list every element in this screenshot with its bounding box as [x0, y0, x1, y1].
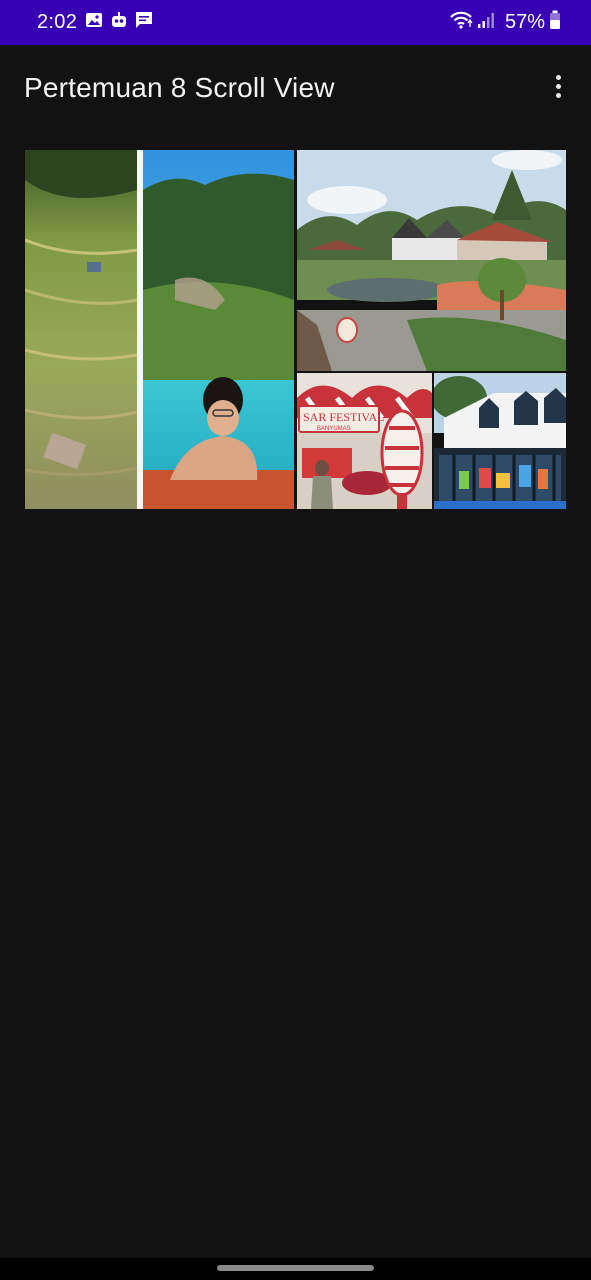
festival-sign-subtext: BANYUMAS: [317, 426, 351, 432]
festival-sign-text: SAR FESTIVAL: [303, 410, 384, 424]
message-icon: [135, 11, 153, 34]
more-vert-icon[interactable]: [543, 71, 573, 101]
signal-icon: [477, 11, 495, 34]
status-time: 2:02: [37, 11, 78, 33]
rice-terrace-pool-photo: [25, 150, 294, 509]
gallery-icon: [85, 12, 103, 33]
battery-icon: [549, 10, 561, 35]
wifi-icon: [449, 10, 473, 35]
battery-percent: 57%: [504, 11, 545, 33]
status-right: 57%: [449, 10, 561, 35]
app-bar: Pertemuan 8 Scroll View: [0, 45, 591, 130]
robot-icon: [110, 11, 128, 34]
app-title: Pertemuan 8 Scroll View: [24, 71, 335, 103]
white-building-photo: [434, 373, 566, 509]
navigation-bar: [0, 1258, 591, 1280]
scroll-view[interactable]: SAR FESTIVAL BANYUMAS: [0, 130, 591, 1258]
status-bar: 2:02 57%: [0, 0, 591, 45]
notification-icons: [85, 11, 153, 34]
park-pond-photo: [297, 150, 566, 371]
home-indicator[interactable]: [217, 1265, 374, 1271]
festival-photo: SAR FESTIVAL BANYUMAS: [297, 373, 432, 509]
